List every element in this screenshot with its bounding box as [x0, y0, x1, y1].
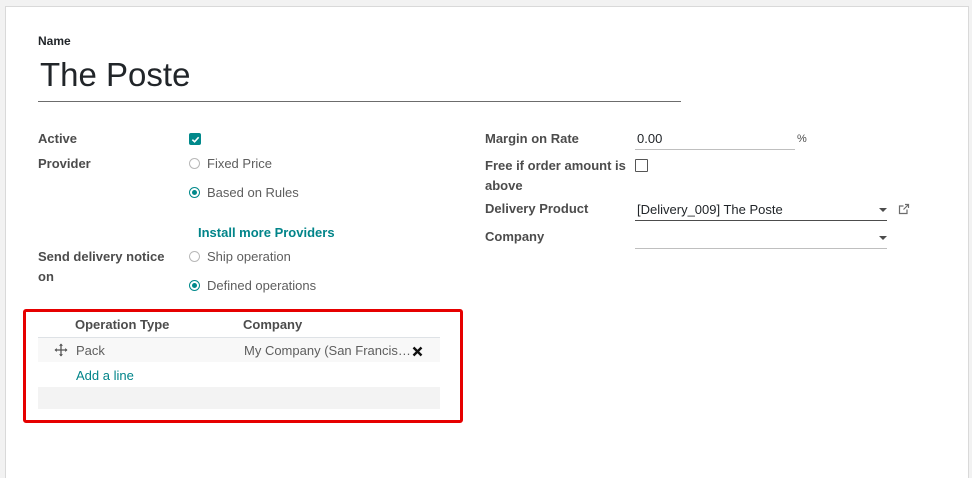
radio-icon — [189, 251, 200, 262]
caret-down-icon — [879, 208, 887, 212]
active-checkbox[interactable] — [189, 133, 201, 145]
delivery-product-select[interactable]: [Delivery_009] The Poste — [635, 198, 887, 221]
notice-option-defined-operations[interactable]: Defined operations — [189, 278, 316, 293]
provider-option-based-on-rules[interactable]: Based on Rules — [189, 185, 299, 200]
free-label: Free if order amount is above — [485, 158, 626, 193]
margin-unit: % — [797, 133, 807, 145]
margin-input[interactable]: 0.00 — [635, 128, 795, 150]
external-link-icon[interactable] — [898, 202, 910, 220]
company-select[interactable] — [635, 226, 887, 249]
company-label: Company — [485, 229, 545, 244]
highlight-box — [23, 309, 463, 423]
caret-down-icon — [879, 236, 887, 240]
name-value: The Poste — [40, 56, 191, 93]
provider-label: Provider — [38, 156, 91, 171]
free-checkbox[interactable] — [635, 159, 648, 172]
notice-option-label: Defined operations — [207, 278, 317, 293]
install-providers-link[interactable]: Install more Providers — [198, 225, 335, 240]
send-notice-label-line2: on — [38, 269, 54, 284]
radio-icon — [189, 187, 200, 198]
margin-label: Margin on Rate — [485, 131, 579, 146]
send-notice-label-line1: Send delivery notice — [38, 249, 165, 264]
active-label: Active — [38, 131, 78, 146]
delivery-product-label: Delivery Product — [485, 201, 589, 216]
name-field[interactable]: The Poste — [38, 53, 681, 102]
margin-value: 0.00 — [637, 131, 663, 146]
send-notice-label: Send delivery notice on — [38, 249, 164, 284]
radio-icon — [189, 280, 200, 291]
delivery-product-value: [Delivery_009] The Poste — [637, 202, 783, 217]
notice-option-ship-operation[interactable]: Ship operation — [189, 249, 291, 264]
name-label: Name — [38, 34, 71, 48]
provider-option-label: Based on Rules — [207, 185, 299, 200]
form-sheet: Name The Poste Active Provider Fixed Pri… — [5, 6, 969, 478]
provider-option-fixed-price[interactable]: Fixed Price — [189, 156, 272, 171]
notice-option-label: Ship operation — [207, 249, 291, 264]
free-label-line1: Free if order amount is — [485, 158, 626, 173]
check-icon — [191, 136, 199, 143]
free-label-line2: above — [485, 178, 523, 193]
radio-icon — [189, 158, 200, 169]
provider-option-label: Fixed Price — [207, 156, 273, 171]
